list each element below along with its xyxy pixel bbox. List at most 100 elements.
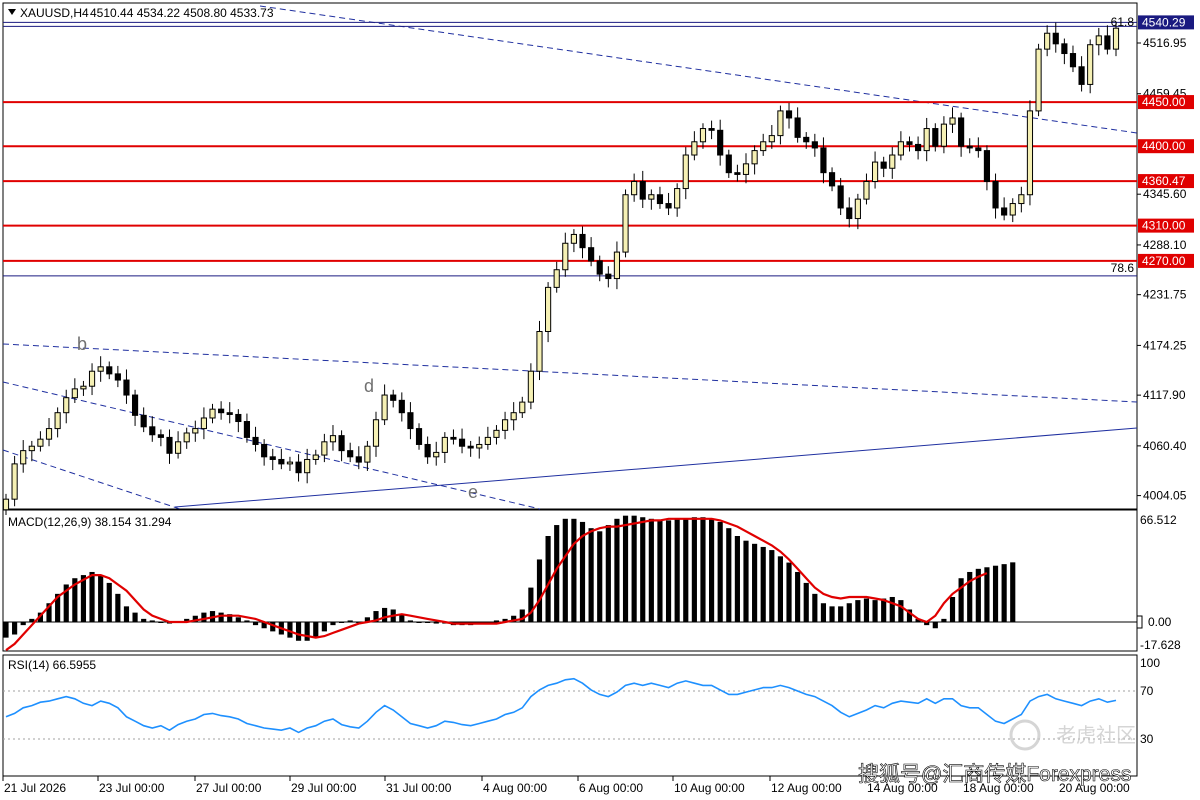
candle[interactable]	[622, 189, 629, 258]
candle[interactable]	[1087, 39, 1094, 94]
candle[interactable]	[708, 120, 715, 140]
candle[interactable]	[811, 133, 818, 157]
candle[interactable]	[958, 112, 965, 157]
candle[interactable]	[915, 136, 922, 160]
macd-signal-line[interactable]	[5, 517, 988, 651]
candle[interactable]	[699, 123, 707, 149]
candle[interactable]	[123, 369, 130, 404]
candle[interactable]	[226, 402, 233, 424]
candle[interactable]	[923, 117, 930, 162]
candle[interactable]	[88, 363, 96, 396]
candle[interactable]	[648, 189, 655, 210]
candle[interactable]	[725, 149, 732, 178]
candle[interactable]	[209, 403, 216, 424]
candle[interactable]	[510, 402, 517, 431]
candle[interactable]	[1069, 45, 1077, 73]
candle[interactable]	[252, 426, 259, 452]
candle[interactable]	[570, 229, 577, 253]
candle[interactable]	[1044, 25, 1051, 57]
candle[interactable]	[553, 261, 560, 293]
candle[interactable]	[407, 402, 414, 440]
candle[interactable]	[837, 177, 844, 216]
candle[interactable]	[54, 407, 61, 438]
candle[interactable]	[37, 431, 44, 452]
candle[interactable]	[777, 105, 784, 145]
channel-lower-trendline[interactable]	[2, 449, 181, 510]
candle[interactable]	[106, 361, 113, 380]
candle[interactable]	[579, 226, 586, 259]
candle[interactable]	[1026, 100, 1034, 206]
candle[interactable]	[433, 441, 440, 466]
candle[interactable]	[183, 427, 190, 449]
candle[interactable]	[149, 416, 156, 442]
candle[interactable]	[312, 449, 319, 465]
candle[interactable]	[1009, 198, 1016, 223]
candle[interactable]	[157, 429, 164, 447]
candle[interactable]	[691, 131, 698, 161]
candle[interactable]	[1095, 27, 1102, 56]
candle[interactable]	[1061, 38, 1068, 65]
candle[interactable]	[286, 456, 294, 471]
candle[interactable]	[243, 413, 251, 443]
candle[interactable]	[424, 436, 431, 464]
candle[interactable]	[519, 396, 526, 418]
candle[interactable]	[1104, 25, 1111, 55]
candle[interactable]	[398, 392, 405, 422]
candle[interactable]	[493, 425, 500, 445]
candle[interactable]	[458, 428, 466, 454]
candle[interactable]	[674, 183, 681, 217]
candle[interactable]	[390, 389, 397, 408]
candle[interactable]	[717, 119, 724, 166]
candle[interactable]	[605, 266, 612, 288]
candle[interactable]	[751, 145, 758, 175]
candle[interactable]	[501, 411, 509, 440]
rsi-line[interactable]	[5, 677, 1117, 734]
candle[interactable]	[235, 409, 242, 433]
candle[interactable]	[596, 255, 603, 282]
candle[interactable]	[828, 167, 836, 192]
candle[interactable]	[1078, 56, 1085, 92]
candle[interactable]	[682, 147, 689, 200]
candle[interactable]	[329, 425, 337, 451]
candle[interactable]	[897, 131, 904, 161]
candle[interactable]	[97, 356, 104, 382]
candle[interactable]	[175, 431, 182, 459]
candle[interactable]	[742, 153, 750, 184]
candle[interactable]	[665, 192, 672, 216]
candle[interactable]	[192, 420, 199, 442]
candle[interactable]	[940, 116, 947, 154]
candle[interactable]	[906, 136, 913, 152]
candle[interactable]	[338, 430, 345, 462]
candle[interactable]	[846, 197, 853, 228]
candle[interactable]	[983, 145, 991, 191]
rising-trendline[interactable]	[174, 427, 1138, 508]
candle[interactable]	[1018, 186, 1025, 213]
candle[interactable]	[932, 123, 939, 152]
candle[interactable]	[166, 429, 173, 464]
candle[interactable]	[639, 170, 646, 208]
candle[interactable]	[613, 241, 621, 290]
candle[interactable]	[975, 137, 982, 158]
candle[interactable]	[450, 429, 457, 445]
candle[interactable]	[760, 133, 767, 156]
candle[interactable]	[484, 426, 491, 450]
candle[interactable]	[114, 365, 121, 388]
candle[interactable]	[820, 137, 827, 184]
candle[interactable]	[1052, 22, 1059, 53]
candle[interactable]	[1001, 197, 1008, 221]
candle[interactable]	[476, 436, 483, 459]
candle[interactable]	[863, 173, 870, 205]
candle[interactable]	[854, 193, 861, 230]
upper-trendline[interactable]	[259, 5, 1138, 134]
candle[interactable]	[321, 433, 328, 463]
candle[interactable]	[415, 423, 423, 450]
candle[interactable]	[295, 454, 302, 482]
candle[interactable]	[734, 164, 741, 182]
candle[interactable]	[140, 407, 147, 433]
candle[interactable]	[880, 156, 887, 178]
candle[interactable]	[467, 440, 474, 457]
candle[interactable]	[20, 440, 27, 473]
candle[interactable]	[562, 232, 569, 277]
candle[interactable]	[527, 363, 534, 410]
candle[interactable]	[200, 407, 207, 440]
